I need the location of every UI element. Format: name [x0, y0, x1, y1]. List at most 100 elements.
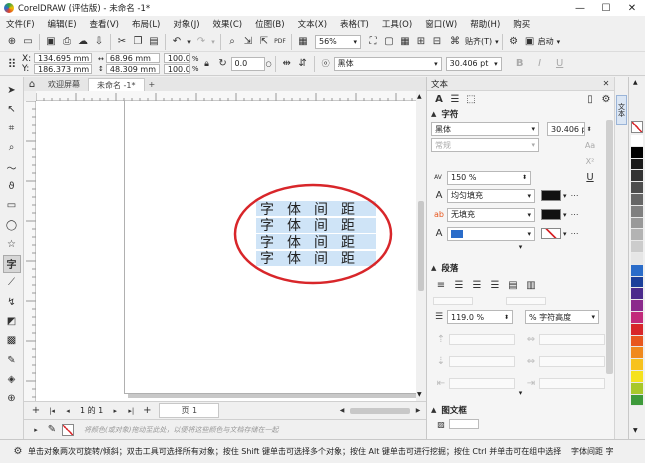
vertical-ruler[interactable]	[24, 101, 36, 401]
text-tool-icon[interactable]: 字	[2, 254, 21, 273]
save-icon[interactable]: ▣	[43, 34, 59, 50]
menu-layout[interactable]: 布局(L)	[132, 18, 160, 30]
export-icon[interactable]: ⇱	[256, 34, 272, 50]
show-guidelines-icon[interactable]: ⊞	[413, 34, 429, 50]
launch-icon[interactable]: ▣	[522, 34, 538, 50]
fill-type-field[interactable]: 均匀填充 ▾	[447, 188, 535, 203]
docker-close-icon[interactable]: ✕	[598, 76, 614, 92]
size-spin-icon[interactable]: ⬍	[585, 121, 593, 137]
close-button[interactable]: ✕	[619, 0, 645, 16]
add-tab-button[interactable]: +	[145, 78, 160, 91]
transparency-tool-icon[interactable]: ▩	[3, 332, 21, 350]
indent-right-field[interactable]	[506, 297, 546, 305]
color-swatch[interactable]	[631, 394, 643, 407]
rotate-icon[interactable]: ↻	[215, 56, 231, 72]
launch-button[interactable]: 启动	[538, 36, 554, 47]
line-spacing-field[interactable]: 119.0 % ⬍	[447, 310, 513, 324]
color-swatch[interactable]	[631, 335, 643, 348]
frame-section-header[interactable]: ▲ 图文框	[427, 403, 614, 417]
outline-color-swatch[interactable]	[541, 228, 561, 239]
force-justify-icon[interactable]: ▥	[523, 277, 539, 293]
fill-more-icon[interactable]: ⋯	[567, 188, 583, 204]
palette-scroll-up-icon[interactable]: ▲	[633, 79, 638, 86]
prev-page-icon[interactable]: ◂	[60, 403, 76, 419]
shape-tool-icon[interactable]: ↖	[3, 100, 21, 118]
color-swatch[interactable]	[631, 347, 643, 360]
docker-settings-icon[interactable]: ⚙	[598, 91, 614, 107]
position-icon[interactable]: X²	[582, 153, 598, 169]
justify-icon[interactable]: ▤	[505, 277, 521, 293]
horizontal-ruler[interactable]	[36, 91, 416, 101]
bold-button[interactable]: B	[512, 56, 528, 72]
language-spacing-field[interactable]	[449, 377, 515, 389]
bg-more-icon[interactable]: ⋯	[567, 207, 583, 223]
full-screen-icon[interactable]: ⛶	[365, 34, 381, 50]
line-spacing-unit-field[interactable]: % 字符高度 ▾	[525, 310, 599, 324]
next-page-icon[interactable]: ▸	[107, 403, 123, 419]
interactive-fill-tool-icon[interactable]: ◈	[3, 370, 21, 388]
font-size-field[interactable]: 30.406 pt ▾	[445, 56, 502, 71]
width-field[interactable]: 68.96 mm	[105, 53, 160, 63]
show-rulers-icon[interactable]: ▢	[381, 34, 397, 50]
snap-dropdown-icon[interactable]: ▾	[495, 38, 499, 46]
color-swatch[interactable]	[631, 241, 643, 253]
kerning-field[interactable]: 150 % ⬍	[447, 170, 531, 185]
pick-tool-icon[interactable]: ➤	[3, 81, 21, 99]
scrollbar-thumb[interactable]	[418, 201, 424, 291]
smart-fill-tool-icon[interactable]: ⊕	[3, 390, 21, 408]
menu-buy[interactable]: 购买	[513, 18, 530, 30]
cloud-upload-icon[interactable]: ☁	[75, 34, 91, 50]
ellipse-tool-icon[interactable]: ◯	[3, 216, 21, 234]
menu-text[interactable]: 文本(X)	[298, 18, 327, 30]
tab-document[interactable]: 未命名 -1*	[88, 78, 145, 91]
space-before-field[interactable]	[449, 333, 515, 345]
frame-panel-icon[interactable]: ⬚	[463, 91, 479, 107]
hscroll-right-icon[interactable]: ▶	[410, 403, 426, 419]
color-swatch[interactable]	[631, 170, 643, 183]
artistic-media-tool-icon[interactable]: ϑ	[3, 177, 21, 195]
character-expand-icon[interactable]: ▾	[427, 243, 614, 253]
font-family-field[interactable]: 黑体 ▾	[333, 56, 442, 71]
redo-dropdown-icon[interactable]: ▾	[209, 34, 217, 50]
y-position-field[interactable]: 186.373 mm	[34, 64, 92, 74]
menu-file[interactable]: 文件(F)	[6, 18, 35, 30]
copy-icon[interactable]: ❐	[130, 34, 146, 50]
character-section-header[interactable]: ▲ 字符	[427, 107, 614, 121]
crop-tool-icon[interactable]: ⌗	[3, 120, 21, 138]
launch-dropdown-icon[interactable]: ▾	[557, 38, 561, 46]
connector-tool-icon[interactable]: ↯	[3, 293, 21, 311]
scroll-down-icon[interactable]: ▼	[417, 391, 422, 398]
print-icon[interactable]: ⎙	[59, 34, 75, 50]
undo-icon[interactable]: ↶	[169, 34, 185, 50]
palette-menu-icon[interactable]: ▸	[28, 422, 44, 438]
app-launcher-icon[interactable]: ▦	[295, 34, 311, 50]
case-icon[interactable]: Aa	[582, 137, 598, 153]
show-grid-icon[interactable]: ▦	[397, 34, 413, 50]
color-swatch[interactable]	[631, 252, 643, 265]
zoom-tool-icon[interactable]: ⌕	[3, 139, 21, 157]
space-after-field[interactable]	[449, 355, 515, 367]
freehand-tool-icon[interactable]: 〜	[3, 158, 21, 176]
vertical-scrollbar[interactable]: ▲ ▼	[416, 91, 426, 401]
color-swatch[interactable]	[631, 276, 643, 289]
docker-font-field[interactable]: 黑体 ▾	[431, 122, 539, 136]
menu-table[interactable]: 表格(T)	[340, 18, 369, 30]
import-icon[interactable]: ⇲	[240, 34, 256, 50]
menu-effects[interactable]: 效果(C)	[213, 18, 243, 30]
drop-shadow-tool-icon[interactable]: ◩	[3, 313, 21, 331]
menu-bitmaps[interactable]: 位图(B)	[255, 18, 284, 30]
parallel-dimension-tool-icon[interactable]: ⟋	[3, 274, 21, 292]
color-swatch[interactable]	[631, 158, 643, 171]
align-right-icon[interactable]: ☰	[487, 277, 503, 293]
color-swatch[interactable]	[631, 288, 643, 301]
paragraph-panel-icon[interactable]: ☰	[447, 91, 463, 107]
underline-button[interactable]: U	[552, 56, 568, 72]
fill-color-swatch[interactable]	[541, 190, 561, 201]
rotation-angle-field[interactable]: 0.0	[230, 56, 265, 71]
frame-fill-field[interactable]	[449, 419, 479, 429]
open-folder-icon[interactable]: ▭	[20, 34, 36, 50]
color-swatch[interactable]	[631, 323, 643, 336]
x-position-field[interactable]: 134.695 mm	[34, 53, 92, 63]
drawing-canvas[interactable]: 字 体 间 距 字 体 间 距 字 体 间 距 字 体 间 距	[36, 101, 416, 401]
docker-page-icon[interactable]: ▯	[582, 91, 598, 107]
